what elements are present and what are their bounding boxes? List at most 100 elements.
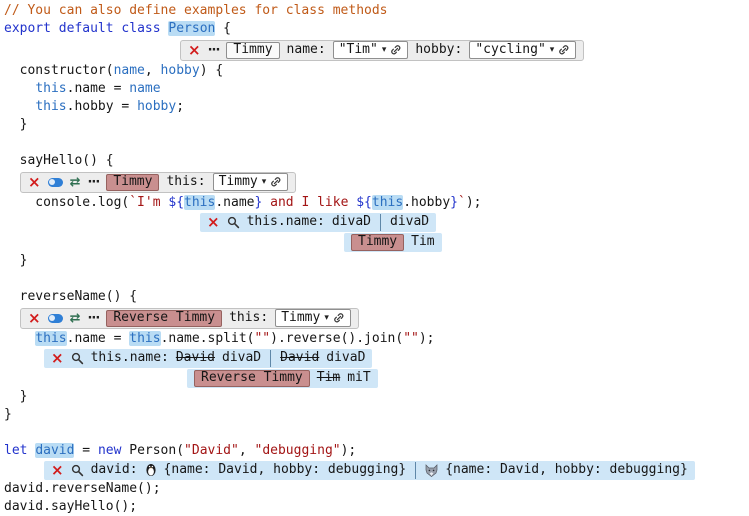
code-token: console.log( xyxy=(4,195,129,210)
example-widget: × ⇄ ··· Reverse Timmy this: Timmy▾ xyxy=(20,308,359,329)
code-line: // You can also define examples for clas… xyxy=(4,2,749,20)
example-name-chip[interactable]: Timmy xyxy=(106,174,159,191)
example-widget: ×···Timmyname:"Tim"▾hobby:"cycling"▾ xyxy=(180,40,584,61)
close-icon[interactable]: × xyxy=(51,351,64,366)
link-icon[interactable] xyxy=(333,312,345,324)
code-line: constructor(name, hobby) { xyxy=(4,62,749,80)
code-token: } xyxy=(4,117,27,132)
code-line: this.name = this.name.split("").reverse(… xyxy=(4,330,749,348)
example-name-chip[interactable]: Timmy xyxy=(226,42,279,59)
code-token xyxy=(4,99,35,114)
code-line: david.reverseName(); xyxy=(4,480,749,498)
highlighted-symbol: this xyxy=(372,195,403,210)
more-actions-icon[interactable]: ··· xyxy=(87,312,99,325)
code-token: david.sayHello(); xyxy=(4,499,137,514)
code-editor[interactable]: // You can also define examples for clas… xyxy=(0,0,749,516)
code-token: } xyxy=(4,253,27,268)
search-icon[interactable] xyxy=(71,352,84,365)
current-value: divaD xyxy=(326,349,365,367)
code-token: , xyxy=(145,63,161,78)
code-token: ); xyxy=(466,195,482,210)
code-token: reverseName() { xyxy=(4,289,137,304)
code-token: constructor( xyxy=(4,63,114,78)
code-token xyxy=(51,21,59,36)
more-actions-icon[interactable]: ··· xyxy=(87,176,99,189)
code-line: export default class Person { xyxy=(4,20,749,38)
code-token: "David" xyxy=(184,443,239,458)
code-token: } xyxy=(450,195,458,210)
dropdown-caret-icon: ▾ xyxy=(262,173,267,191)
probe-line: ×david:{name: David, hobby: debugging}{n… xyxy=(4,460,749,480)
code-token: sayHello() { xyxy=(4,153,114,168)
this-label: this: xyxy=(229,309,268,327)
swap-values-icon[interactable]: ⇄ xyxy=(70,312,81,325)
code-token: hobby xyxy=(137,99,176,114)
value-dropdown[interactable]: "Tim"▾ xyxy=(333,41,409,59)
code-token: .name = xyxy=(67,81,130,96)
code-line: this.hobby = hobby; xyxy=(4,98,749,116)
example-widget: ×⇄···Timmythis:Timmy▾ xyxy=(20,172,296,193)
code-token: .hobby xyxy=(403,195,450,210)
param-label: hobby: xyxy=(415,41,462,59)
code-line: } xyxy=(4,388,749,406)
code-token: name xyxy=(129,81,160,96)
close-icon[interactable]: × xyxy=(28,175,41,190)
code-token: this xyxy=(35,99,66,114)
code-line: } xyxy=(4,252,749,270)
highlighted-symbol: this xyxy=(184,195,215,210)
code-token: export xyxy=(4,21,51,36)
dropdown-value: "Tim" xyxy=(339,41,378,59)
search-icon[interactable] xyxy=(227,216,240,229)
code-token: default xyxy=(59,21,114,36)
value-dropdown[interactable]: Timmy▾ xyxy=(275,309,351,327)
code-token: "" xyxy=(254,331,270,346)
example-name-chip[interactable]: Timmy xyxy=(351,234,404,251)
close-icon[interactable]: × xyxy=(51,463,64,478)
code-token: ).reverse().join( xyxy=(270,331,403,346)
code-line: } xyxy=(4,406,749,424)
current-value: Tim xyxy=(411,233,434,251)
widget-line: × ⇄ ··· Reverse Timmy this: Timmy▾ xyxy=(4,306,749,330)
code-token: and I like xyxy=(262,195,356,210)
current-value: {name: David, hobby: debugging} xyxy=(445,461,688,479)
code-token: .name = xyxy=(67,331,130,346)
close-icon[interactable]: × xyxy=(28,311,41,326)
code-token: class xyxy=(121,21,160,36)
code-token: "debugging" xyxy=(255,443,341,458)
code-line: reverseName() { xyxy=(4,288,749,306)
more-actions-icon[interactable]: ··· xyxy=(208,44,220,57)
code-token: ; xyxy=(176,99,184,114)
dropdown-caret-icon: ▾ xyxy=(550,41,555,59)
code-line xyxy=(4,270,749,288)
link-icon[interactable] xyxy=(558,44,570,56)
toggle-icon[interactable] xyxy=(48,314,63,323)
code-token: } xyxy=(4,407,12,422)
code-token: ); xyxy=(341,443,357,458)
link-icon[interactable] xyxy=(270,176,282,188)
chiprow-line: Timmy Tim xyxy=(4,232,749,252)
value-dropdown[interactable]: Timmy▾ xyxy=(213,173,289,191)
link-icon[interactable] xyxy=(390,44,402,56)
example-name-chip[interactable]: Reverse Timmy xyxy=(194,370,310,387)
close-icon[interactable]: × xyxy=(188,43,201,58)
swap-values-icon[interactable]: ⇄ xyxy=(70,176,81,189)
code-line xyxy=(4,134,749,152)
code-line: david.sayHello(); xyxy=(4,498,749,516)
code-token: david.reverseName(); xyxy=(4,481,161,496)
example-name-chip[interactable]: Reverse Timmy xyxy=(106,310,222,327)
highlighted-symbol: this xyxy=(35,331,66,346)
toggle-icon[interactable] xyxy=(48,178,63,187)
current-value: miT xyxy=(347,369,370,387)
code-token: Person( xyxy=(121,443,184,458)
code-line: console.log(`I'm ${this.name} and I like… xyxy=(4,194,749,212)
close-icon[interactable]: × xyxy=(207,215,220,230)
code-token: ) { xyxy=(200,63,223,78)
code-token: this xyxy=(35,81,66,96)
value-dropdown[interactable]: "cycling"▾ xyxy=(469,41,576,59)
code-token: name xyxy=(114,63,145,78)
search-icon[interactable] xyxy=(71,464,84,477)
probe-result: ×david:{name: David, hobby: debugging}{n… xyxy=(44,461,695,480)
code-token: // You can also define examples for clas… xyxy=(4,3,388,18)
code-token: ` xyxy=(458,195,466,210)
code-line xyxy=(4,424,749,442)
